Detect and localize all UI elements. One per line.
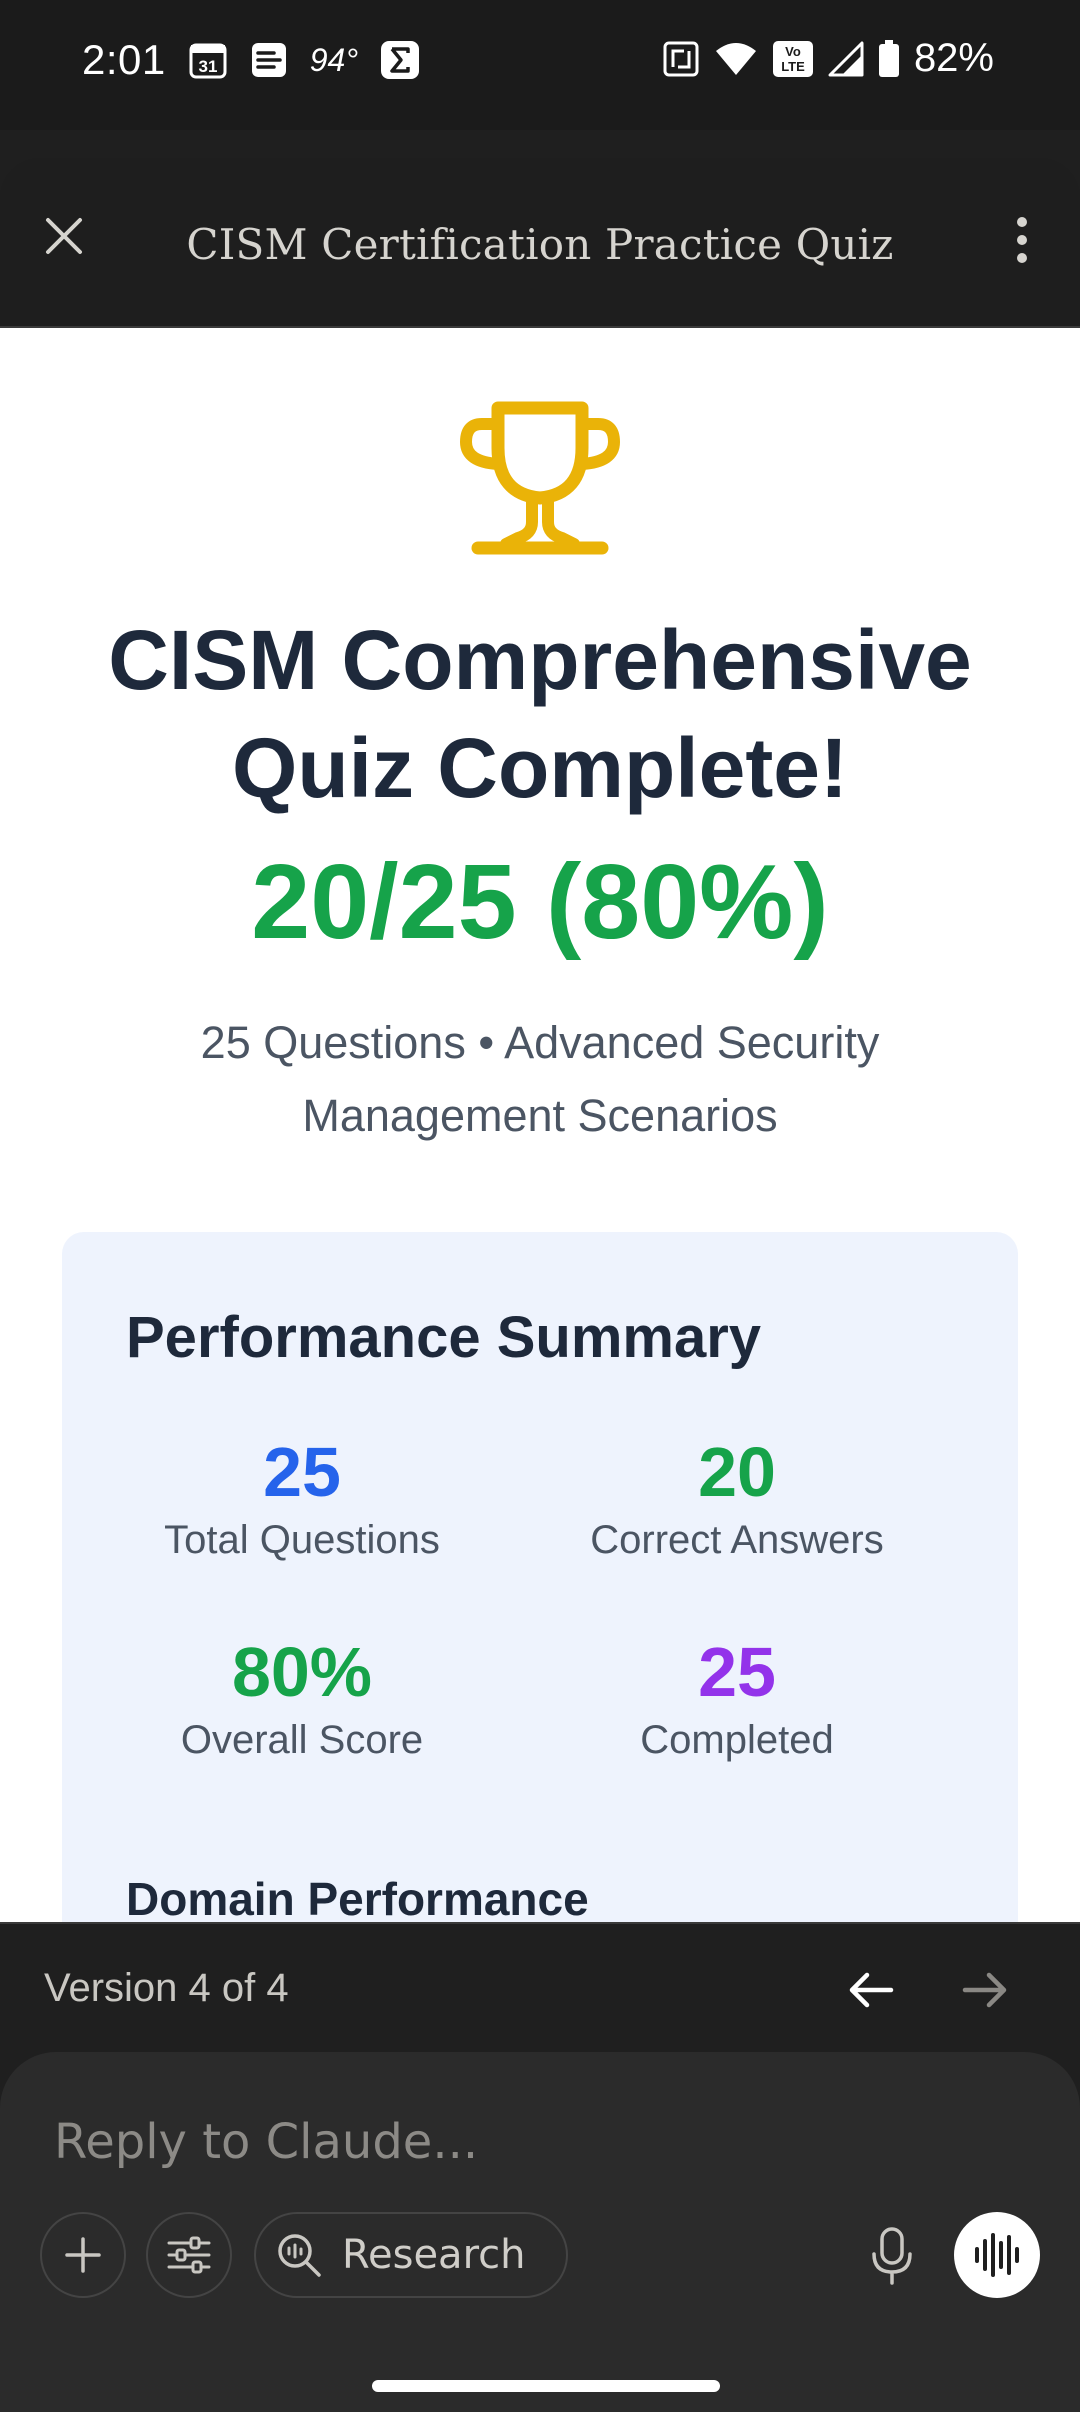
research-search-icon [278, 2234, 321, 2277]
sigma-app-icon [380, 40, 420, 80]
stat-label: Completed [640, 1718, 834, 1762]
waveform-icon [975, 2233, 1019, 2277]
summary-title: Performance Summary [126, 1305, 762, 1370]
calendar-day: 31 [198, 57, 217, 76]
reply-input[interactable] [54, 2102, 954, 2182]
stat-value: 80% [231, 1633, 373, 1711]
next-version-button[interactable] [950, 1960, 1020, 2020]
battery-icon [878, 39, 900, 78]
more-vertical-icon [1017, 217, 1027, 263]
svg-text:LTE: LTE [781, 59, 805, 74]
temperature-text: 94° [309, 41, 359, 78]
home-indicator[interactable] [372, 2380, 720, 2392]
app-header: CISM Certification Practice Quiz [0, 158, 1080, 328]
svg-text:Vo: Vo [785, 44, 801, 59]
microphone-button[interactable] [858, 2216, 926, 2296]
stat-correct-answers: 20 Correct Answers [527, 1432, 947, 1563]
research-label: Research [342, 2232, 526, 2278]
todo-list-icon [250, 41, 288, 79]
cell-signal-icon [828, 41, 864, 77]
calendar-icon: 31 [188, 40, 228, 80]
microphone-icon [872, 2227, 912, 2285]
nfc-icon [662, 40, 700, 78]
previous-version-button[interactable] [836, 1960, 906, 2020]
reply-composer: Research [0, 2052, 1080, 2412]
domain-performance-title: Domain Performance [126, 1873, 589, 1922]
artifact-title: CISM Certification Practice Quiz [186, 220, 894, 269]
performance-summary-card: Performance Summary 25 Total Questions 2… [62, 1232, 1018, 1922]
stat-label: Overall Score [180, 1718, 424, 1762]
battery-percent: 82% [913, 36, 994, 80]
stat-value: 25 [698, 1633, 776, 1711]
plus-icon [65, 2237, 101, 2273]
version-bar: Version 4 of 4 [0, 1922, 1080, 2052]
volte-icon: Vo LTE [772, 40, 814, 78]
more-options-button[interactable] [994, 210, 1050, 270]
voice-mode-button[interactable] [954, 2212, 1040, 2298]
stat-total-questions: 25 Total Questions [92, 1432, 512, 1563]
status-bar: 2:01 31 94° Vo LTE 82% [0, 0, 1080, 130]
status-left: 2:01 31 94° [82, 36, 420, 84]
arrow-left-icon [849, 1972, 894, 2008]
stat-label: Total Questions [164, 1518, 440, 1562]
score-display: 20/25 (80%) [251, 843, 829, 961]
sliders-icon [167, 2236, 211, 2274]
trophy-icon [460, 401, 620, 555]
stat-label: Correct Answers [590, 1518, 884, 1562]
stat-value: 20 [698, 1433, 776, 1511]
quiz-subtitle: 25 Questions • Advanced Security Managem… [200, 1017, 880, 1141]
status-time: 2:01 [82, 36, 166, 83]
wifi-icon [714, 41, 758, 77]
version-text: Version 4 of 4 [44, 1966, 289, 2010]
research-button[interactable]: Research [254, 2212, 568, 2298]
arrow-right-icon [962, 1972, 1007, 2008]
stat-overall-score: 80% Overall Score [92, 1632, 512, 1763]
artifact-content: CISM Comprehensive Quiz Complete! 20/25 … [0, 328, 1080, 1922]
stat-value: 25 [263, 1433, 341, 1511]
quiz-complete-title: CISM Comprehensive Quiz Complete! [108, 613, 972, 815]
status-right: Vo LTE 82% [662, 36, 994, 81]
tools-settings-button[interactable] [146, 2212, 232, 2298]
stat-completed: 25 Completed [527, 1632, 947, 1763]
add-attachment-button[interactable] [40, 2212, 126, 2298]
